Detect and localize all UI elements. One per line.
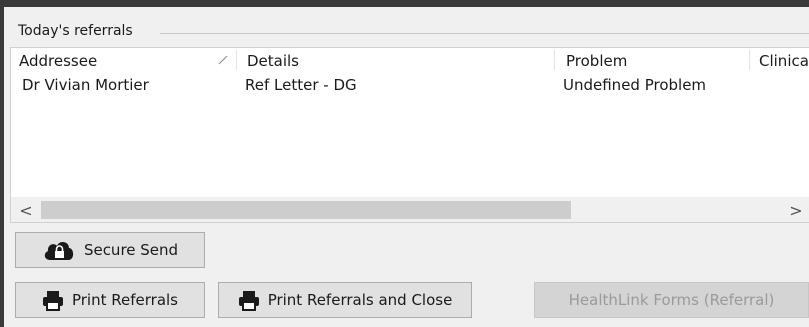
print-referrals-and-close-button[interactable]: Print Referrals and Close (218, 282, 472, 318)
column-separator[interactable] (236, 50, 237, 70)
printer-icon (42, 291, 63, 311)
group-title: Today's referrals (18, 23, 133, 39)
column-header-problem[interactable]: Problem (566, 52, 627, 70)
table-row[interactable]: Dr Vivian Mortier Ref Letter - DG Undefi… (11, 73, 809, 97)
column-header-clinical[interactable]: Clinica (759, 52, 809, 70)
printer-icon (238, 291, 259, 311)
scroll-thumb[interactable] (41, 201, 571, 219)
scroll-left-arrow[interactable]: < (13, 197, 39, 222)
healthlink-forms-button[interactable]: HealthLink Forms (Referral) (534, 282, 809, 318)
column-separator[interactable] (554, 50, 555, 70)
healthlink-forms-label: HealthLink Forms (Referral) (568, 291, 775, 309)
secure-send-label: Secure Send (83, 241, 179, 259)
print-referrals-label: Print Referrals (71, 291, 178, 309)
cloud-lock-icon (44, 242, 74, 260)
secure-send-button[interactable]: Secure Send (15, 232, 205, 268)
cell-addressee: Dr Vivian Mortier (22, 76, 149, 94)
cell-details: Ref Letter - DG (245, 76, 357, 94)
print-and-close-label: Print Referrals and Close (267, 291, 453, 309)
print-referrals-button[interactable]: Print Referrals (15, 282, 205, 318)
scroll-right-arrow[interactable]: > (783, 197, 809, 222)
group-divider (160, 33, 809, 34)
column-header-addressee[interactable]: Addressee (19, 52, 97, 70)
referrals-window: Today's referrals Addressee Details Prob… (4, 7, 809, 327)
sort-indicator-icon (218, 55, 228, 65)
horizontal-scrollbar[interactable]: < > (11, 197, 809, 222)
cell-problem: Undefined Problem (563, 76, 707, 94)
column-separator[interactable] (749, 50, 750, 70)
column-header-details[interactable]: Details (247, 52, 299, 70)
list-header: Addressee Details Problem Clinica (11, 48, 809, 72)
referrals-list[interactable]: Addressee Details Problem Clinica Dr Viv… (10, 47, 809, 223)
